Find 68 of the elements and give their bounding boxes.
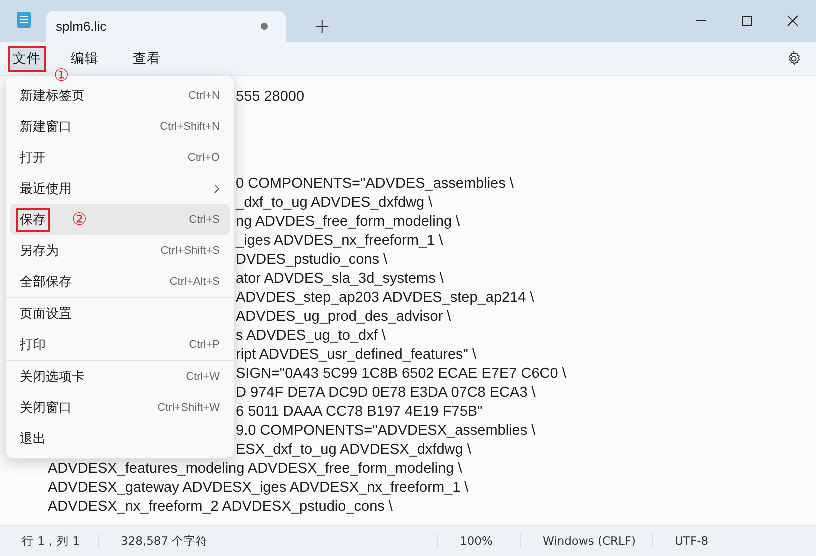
menu-item[interactable]: 打开 Ctrl+O (10, 142, 230, 173)
shortcut-text: Ctrl+Shift+W (158, 402, 220, 414)
shortcut-text: Ctrl+Shift+S (160, 244, 220, 256)
unsaved-dot-icon (261, 23, 268, 30)
menu-item[interactable]: 保存 ② Ctrl+S (10, 204, 230, 235)
menu-item[interactable]: 新建窗口 Ctrl+Shift+N (10, 111, 230, 142)
text-line: ADVDESX_features_modeling ADVDESX_free_form_modeling \ (48, 460, 462, 479)
menu-item[interactable]: 关闭窗口 Ctrl+Shift+W (10, 392, 230, 423)
notepad-icon (16, 11, 32, 29)
menu-item-label: 最近使用 (19, 180, 73, 198)
new-tab-button[interactable]: + (306, 14, 339, 38)
cursor-position: 行 1，列 1 (0, 534, 99, 548)
menu-item-label: 关闭窗口 (19, 400, 73, 418)
maximize-icon (741, 15, 753, 27)
text-line: ADVDESX_nx_freeform_2 ADVDESX_pstudio_cons \ (48, 498, 393, 517)
shortcut-text: Ctrl+W (186, 370, 220, 382)
shortcut-text: Ctrl+N (188, 90, 220, 102)
text-line: D 974F DE7A DC9D 0E78 E3DA 07C8 ECA3 \ (236, 384, 536, 403)
menu-item-label: 退出 (19, 430, 47, 448)
menu-item-label: 新建标签页 (19, 88, 86, 106)
text-line: ator ADVDES_sla_3d_systems \ (236, 270, 444, 289)
text-line: ng ADVDES_free_form_modeling \ (236, 213, 460, 232)
menu-item[interactable]: 退出 (10, 423, 230, 454)
menu-item[interactable]: 最近使用 (10, 173, 230, 204)
shortcut-text: Ctrl+O (188, 152, 220, 164)
text-line: _dxf_to_ug ADVDES_dxfdwg \ (236, 194, 433, 213)
chevron-right-icon (214, 184, 220, 194)
text-line: DVDES_pstudio_cons \ (236, 251, 388, 270)
text-line: ript ADVDES_usr_defined_features" \ (236, 346, 477, 365)
step-number: ② (72, 212, 88, 229)
text-line: ADVDES_step_ap203 ADVDES_step_ap214 \ (236, 289, 534, 308)
shortcut-text: Ctrl+Alt+S (170, 276, 220, 288)
menu-item-label: 关闭选项卡 (19, 368, 86, 386)
menu-item-label: 全部保存 (19, 274, 73, 292)
line-ending: Windows (CRLF) (521, 534, 654, 548)
close-icon (787, 15, 799, 27)
shortcut-text: Ctrl+P (189, 338, 220, 350)
text-line: 9.0 COMPONENTS="ADVDESX_assemblies \ (236, 422, 536, 441)
shortcut-text: Ctrl+Shift+N (160, 120, 220, 132)
text-line: 555 28000 (236, 88, 305, 107)
menu-item-label: 打开 (19, 150, 47, 168)
character-count: 328,587 个字符 (120, 534, 210, 548)
menu-item[interactable]: 另存为 Ctrl+Shift+S (10, 235, 230, 266)
menu-item[interactable]: 全部保存 Ctrl+Alt+S (10, 266, 230, 297)
text-line: s ADVDES_ug_to_dxf \ (236, 327, 386, 346)
menu-button[interactable]: 文件 (8, 46, 46, 72)
menu-item-label: 打印 (19, 336, 47, 354)
text-line: ADVDES_ug_prod_des_advisor \ (236, 308, 452, 327)
tab-title: splm6.lic (56, 19, 107, 34)
menu-item-label: 另存为 (19, 242, 60, 260)
menu-item-label: 页面设置 (19, 306, 73, 324)
text-line: 6 5011 DAAA CC78 B197 4E19 F75B" (236, 403, 483, 422)
settings-icon[interactable] (786, 50, 802, 66)
text-line: ESX_dxf_to_ug ADVDESX_dxfdwg \ (236, 441, 472, 460)
shortcut-text: Ctrl+S (189, 214, 220, 226)
menu-item[interactable]: 打印 Ctrl+P (10, 329, 230, 360)
encoding: UTF-8 (674, 534, 710, 548)
menu-item[interactable]: 关闭选项卡 Ctrl+W (10, 361, 230, 392)
menu-item-label: 新建窗口 (19, 118, 73, 136)
file-tab[interactable]: splm6.lic (46, 11, 286, 42)
menu-button[interactable]: 查看 (128, 46, 166, 72)
text-line: ADVDESX_gateway ADVDESX_iges ADVDESX_nx_freeform_1 \ (48, 479, 469, 498)
text-line: 0 COMPONENTS="ADVDES_assemblies \ (236, 175, 514, 194)
zoom-level: 100% (437, 534, 521, 548)
text-line: SIGN="0A43 5C99 1C8B 6502 ECAE E7E7 C6C0 \ (236, 365, 566, 384)
menu-item-label: 保存 (16, 208, 50, 232)
text-line: _iges ADVDES_nx_freeform_1 \ (236, 232, 444, 251)
menu-item[interactable]: 页面设置 (10, 298, 230, 329)
